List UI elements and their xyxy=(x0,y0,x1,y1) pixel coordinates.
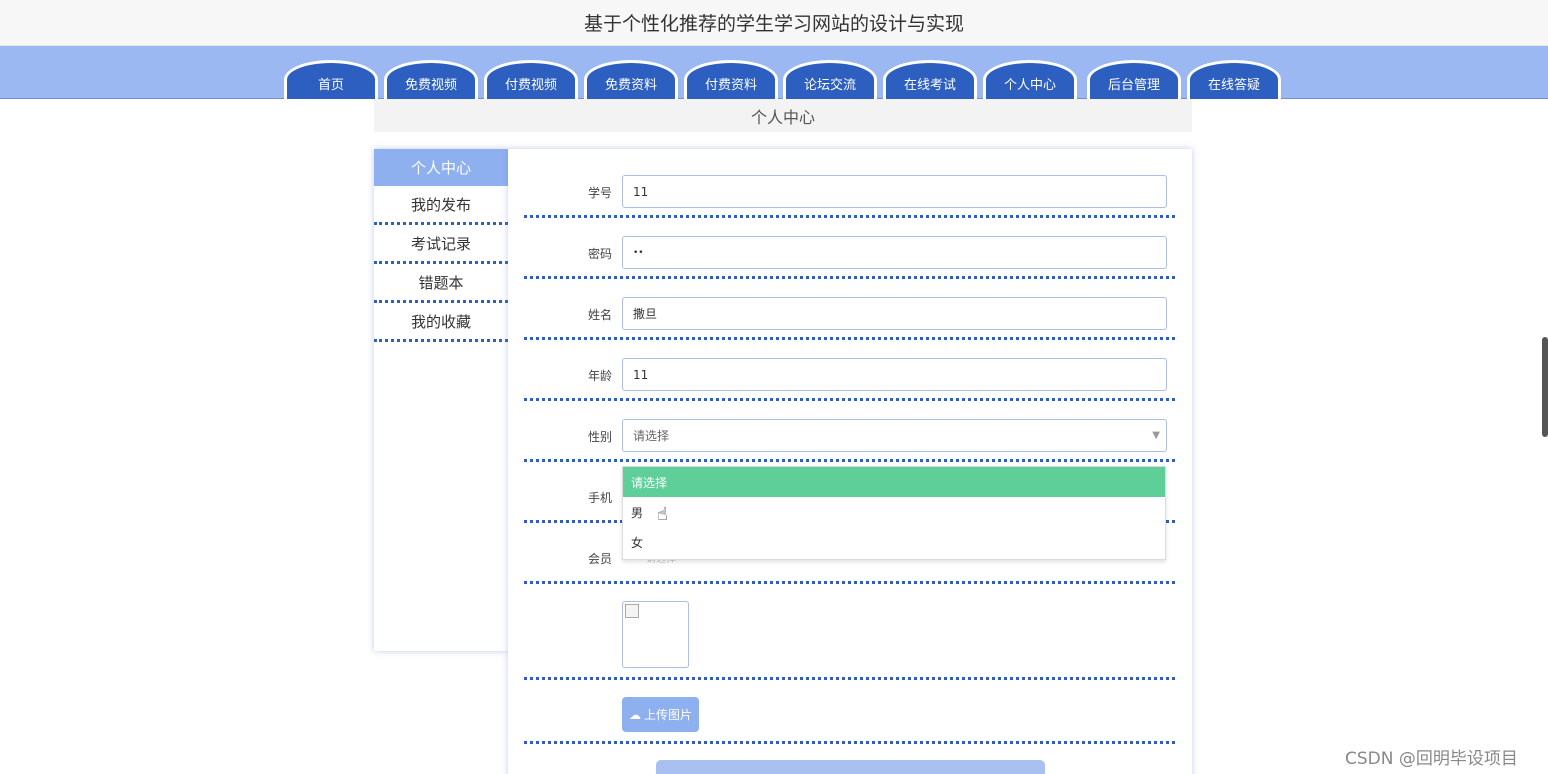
sidebar-item-wrong-questions[interactable]: 错题本 xyxy=(374,264,508,303)
nav-paid-material[interactable]: 付费资料 xyxy=(684,60,778,99)
form-row-name: 姓名 撒旦 xyxy=(524,297,1175,340)
form-row-student-id: 学号 11 xyxy=(524,175,1175,218)
nav-paid-video[interactable]: 付费视频 xyxy=(484,60,578,99)
form-row-age: 年龄 11 xyxy=(524,358,1175,401)
submit-button[interactable] xyxy=(656,760,1045,774)
nav-free-material[interactable]: 免费资料 xyxy=(584,60,678,99)
sidebar-item-favorites[interactable]: 我的收藏 xyxy=(374,303,508,342)
password-label: 密码 xyxy=(587,247,612,261)
age-label: 年龄 xyxy=(587,369,612,383)
name-input[interactable]: 撒旦 xyxy=(622,297,1167,330)
student-id-input[interactable]: 11 xyxy=(622,175,1167,208)
sidebar-item-my-posts[interactable]: 我的发布 xyxy=(374,186,508,225)
age-input[interactable]: 11 xyxy=(622,358,1167,391)
nav-forum[interactable]: 论坛交流 xyxy=(783,60,877,99)
sidebar-item-personal-center[interactable]: 个人中心 xyxy=(374,149,508,186)
gender-select[interactable]: 请选择 ▼ xyxy=(622,419,1167,452)
form-row-password: 密码 •• xyxy=(524,236,1175,279)
nav-personal-center[interactable]: 个人中心 xyxy=(983,60,1077,99)
profile-form: 学号 11 密码 •• 姓名 撒旦 年龄 11 性别 请选择 ▼ 手机 1331… xyxy=(508,149,1192,774)
name-label: 姓名 xyxy=(587,308,612,322)
gender-select-value: 请选择 xyxy=(633,429,670,443)
main-nav: 首页 免费视频 付费视频 免费资料 付费资料 论坛交流 在线考试 个人中心 后台… xyxy=(0,46,1548,99)
nav-online-exam[interactable]: 在线考试 xyxy=(883,60,977,99)
gender-label: 性别 xyxy=(587,430,612,444)
sidebar-item-exam-records[interactable]: 考试记录 xyxy=(374,225,508,264)
sidebar: 个人中心 我的发布 考试记录 错题本 我的收藏 xyxy=(374,149,508,651)
nav-online-qa[interactable]: 在线答疑 xyxy=(1187,60,1281,99)
member-label: 会员 xyxy=(587,552,612,566)
scrollbar-thumb[interactable] xyxy=(1542,337,1548,437)
avatar-preview xyxy=(622,601,689,668)
password-input[interactable]: •• xyxy=(622,236,1167,269)
phone-label: 手机 xyxy=(587,491,612,505)
student-id-label: 学号 xyxy=(587,186,612,200)
gender-option-male[interactable]: 男 xyxy=(623,497,1165,527)
page-title: 个人中心 xyxy=(374,99,1192,132)
gender-option-female[interactable]: 女 xyxy=(623,527,1165,557)
watermark: CSDN @回明毕设项目 xyxy=(1345,749,1518,769)
upload-button-label: 上传图片 xyxy=(643,708,692,722)
nav-admin[interactable]: 后台管理 xyxy=(1087,60,1181,99)
upload-icon: ☁ xyxy=(628,707,641,722)
broken-image-icon xyxy=(625,604,639,618)
site-title: 基于个性化推荐的学生学习网站的设计与实现 xyxy=(0,0,1548,46)
gender-dropdown: 请选择 男 女 xyxy=(622,466,1166,560)
upload-image-button[interactable]: ☁ 上传图片 xyxy=(622,697,699,732)
gender-option-placeholder[interactable]: 请选择 xyxy=(623,467,1165,497)
nav-free-video[interactable]: 免费视频 xyxy=(384,60,478,99)
chevron-down-icon: ▼ xyxy=(1152,430,1160,441)
pointer-cursor-icon: ☝ xyxy=(657,504,668,525)
form-row-gender: 性别 请选择 ▼ xyxy=(524,419,1175,462)
nav-home[interactable]: 首页 xyxy=(284,60,378,99)
